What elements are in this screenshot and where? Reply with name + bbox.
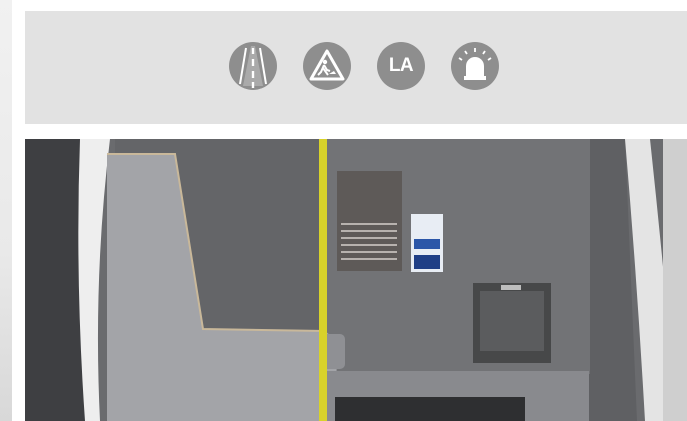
la-icon[interactable]: LA — [377, 42, 425, 90]
road-lane-icon[interactable] — [229, 42, 277, 90]
left-photo-edge — [0, 0, 12, 421]
icon-row: LA — [229, 42, 499, 90]
beacon-light-icon[interactable] — [451, 42, 499, 90]
la-icon-label: LA — [388, 55, 414, 76]
road-works-icon[interactable] — [303, 42, 351, 90]
van-interior-photo — [25, 139, 687, 421]
